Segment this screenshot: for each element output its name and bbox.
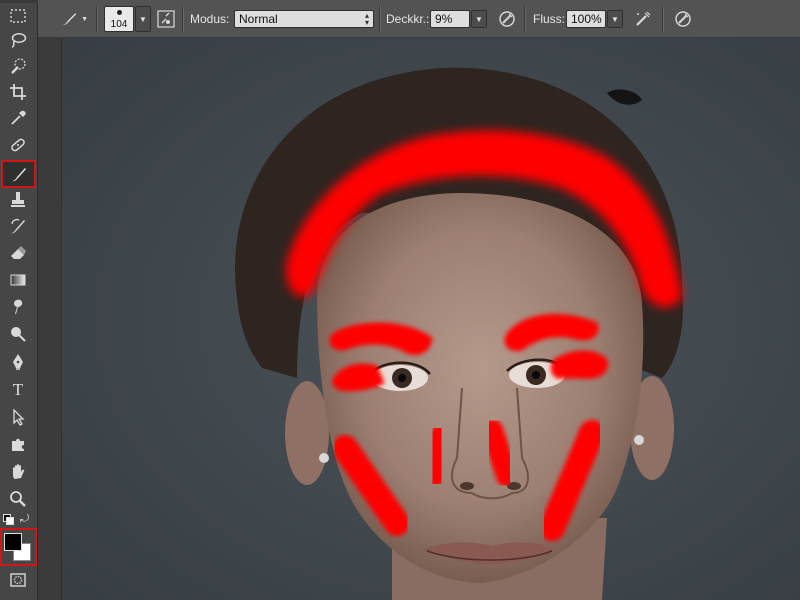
crop-tool[interactable] xyxy=(5,80,31,104)
hand-tool[interactable] xyxy=(5,460,31,484)
path-selection-tool[interactable] xyxy=(5,405,31,429)
separator xyxy=(379,6,381,32)
opacity-dropdown[interactable]: ▼ xyxy=(471,10,487,28)
puzzle-shape-icon xyxy=(12,438,24,451)
pen-tool[interactable] xyxy=(5,350,31,374)
default-colors-icon[interactable] xyxy=(3,514,14,525)
chevron-down-icon: ▼ xyxy=(139,14,147,24)
type-tool-glyph: T xyxy=(12,380,24,399)
brush-icon xyxy=(11,168,26,182)
mode-value: Normal xyxy=(239,12,278,26)
quick-selection-tool[interactable] xyxy=(5,54,31,78)
lasso-tool[interactable] xyxy=(5,28,31,52)
chevron-down-icon: ▼ xyxy=(81,15,88,23)
lasso-icon xyxy=(11,33,27,48)
mode-label: Modus: xyxy=(190,12,230,26)
flow-label: Fluss: xyxy=(533,12,566,26)
clone-stamp-tool[interactable] xyxy=(5,188,31,212)
magnifier-icon xyxy=(10,491,26,507)
toolbox: T ⤾ xyxy=(0,0,38,600)
custom-shape-tool[interactable] xyxy=(5,432,31,456)
stamp-icon xyxy=(11,192,25,207)
brush-size-value: 104 xyxy=(110,19,128,30)
brush-size-thumbnail[interactable]: 104 xyxy=(104,6,134,32)
brush-tip-icon xyxy=(117,10,122,15)
bandage-icon xyxy=(11,138,25,152)
updown-arrows-icon: ▴ ▾ xyxy=(364,11,369,27)
smudge-icon xyxy=(13,299,23,314)
opacity-label: Deckkr.: xyxy=(386,12,430,26)
smudge-tool[interactable] xyxy=(5,295,31,319)
flow-input[interactable]: 100% xyxy=(566,10,606,28)
portrait-photo xyxy=(62,38,800,600)
brush-size-dropdown[interactable]: ▼ xyxy=(135,6,151,32)
type-tool[interactable]: T xyxy=(5,378,31,402)
foreground-color-swatch[interactable] xyxy=(4,533,22,551)
marquee-icon xyxy=(10,9,26,23)
pressure-opacity-icon[interactable] xyxy=(496,0,518,38)
crop-icon xyxy=(10,84,26,100)
eyedropper-tool[interactable] xyxy=(5,106,31,130)
swap-colors-icon[interactable]: ⤾ xyxy=(20,513,32,525)
history-brush-icon xyxy=(11,218,25,234)
dodge-icon xyxy=(11,327,26,342)
eyedropper-icon xyxy=(11,110,26,125)
flow-dropdown[interactable]: ▼ xyxy=(607,10,623,28)
arrow-cursor-icon xyxy=(13,408,25,426)
eraser-tool[interactable] xyxy=(5,241,31,265)
marquee-tool[interactable] xyxy=(5,4,31,28)
hand-icon xyxy=(13,464,25,479)
quick-selection-icon xyxy=(11,58,26,74)
opacity-input[interactable]: 9% xyxy=(430,10,470,28)
gradient-icon xyxy=(10,274,26,286)
gradient-tool[interactable] xyxy=(5,268,31,292)
chevron-down-icon: ▼ xyxy=(475,14,483,24)
eraser-icon xyxy=(11,246,26,259)
options-bar: ▼ 104 ▼ Modus: Normal ▴ ▾ Deckkr.: 9% ▼ F… xyxy=(0,0,800,38)
separator xyxy=(182,6,184,32)
quick-mask-button[interactable] xyxy=(5,568,31,592)
pen-icon xyxy=(13,354,23,370)
airbrush-icon[interactable] xyxy=(632,0,654,38)
brush-tool[interactable] xyxy=(1,160,36,188)
quick-mask-icon xyxy=(10,573,26,587)
mode-select[interactable]: Normal ▴ ▾ xyxy=(234,10,374,28)
separator xyxy=(662,6,664,32)
healing-brush-tool[interactable] xyxy=(5,133,31,157)
brush-preset-icon[interactable]: ▼ xyxy=(60,0,88,38)
separator xyxy=(524,6,526,32)
brush-size-picker[interactable]: 104 ▼ xyxy=(104,0,151,38)
zoom-tool[interactable] xyxy=(5,487,31,511)
brush-panel-toggle-icon[interactable] xyxy=(156,0,176,38)
panel-divider xyxy=(38,38,62,600)
dodge-tool[interactable] xyxy=(5,322,31,346)
history-brush-tool[interactable] xyxy=(5,214,31,238)
document-canvas[interactable] xyxy=(62,38,800,600)
pressure-size-icon[interactable] xyxy=(672,0,694,38)
separator xyxy=(96,6,98,32)
toolbox-grip[interactable] xyxy=(0,0,38,3)
chevron-down-icon: ▼ xyxy=(611,14,619,24)
